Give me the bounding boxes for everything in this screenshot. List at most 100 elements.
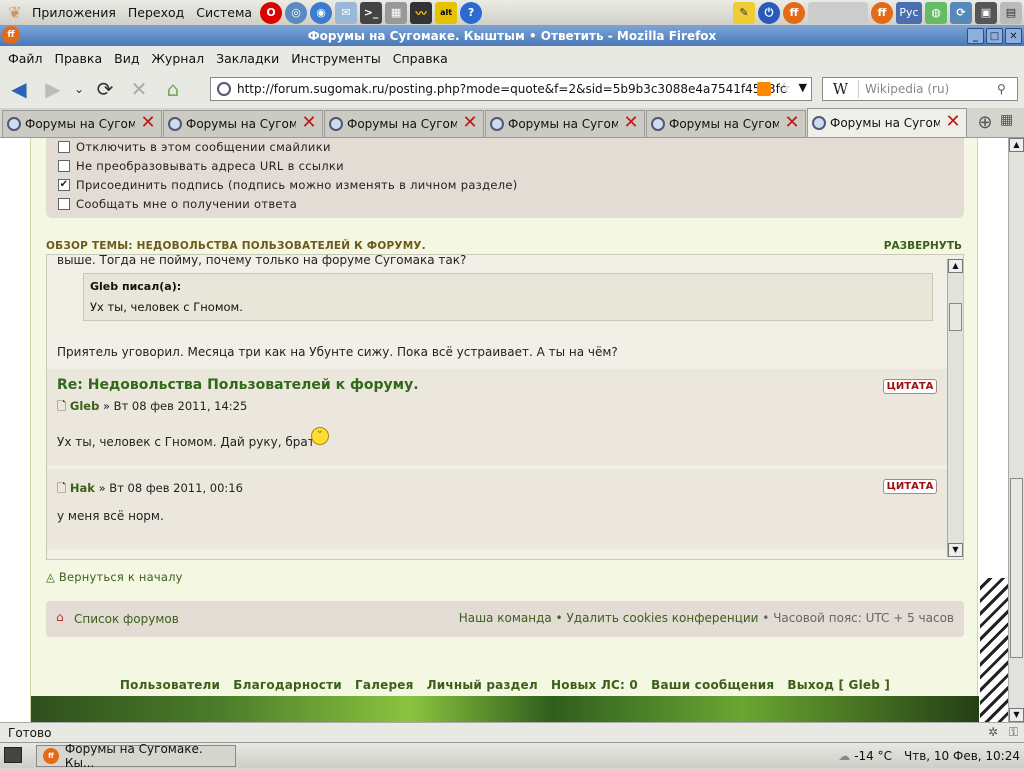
tab-6-active[interactable]: Форумы на Сугом... ✕ bbox=[807, 108, 967, 137]
scroll-thumb[interactable] bbox=[949, 303, 962, 331]
weather-temp[interactable]: -14 °C bbox=[854, 749, 892, 763]
tab-close-icon[interactable]: ✕ bbox=[622, 114, 640, 133]
list-tabs-icon[interactable]: ▦ bbox=[1000, 112, 1016, 134]
tab-close-icon[interactable]: ✕ bbox=[461, 114, 479, 133]
tab-3[interactable]: Форумы на Сугом... ✕ bbox=[324, 110, 484, 137]
forum-list-link[interactable]: Список форумов bbox=[74, 612, 179, 626]
firefox-active-icon[interactable]: ff bbox=[871, 1, 893, 24]
page-scroll-down-icon[interactable]: ▼ bbox=[1009, 708, 1024, 722]
clock[interactable]: Чтв, 10 Фев, 10:24 bbox=[904, 749, 1020, 763]
post-author[interactable]: Hak bbox=[70, 481, 95, 495]
back-to-top[interactable]: ◬ Вернуться к началу bbox=[46, 570, 183, 584]
addon-icon[interactable]: ✲ bbox=[988, 725, 998, 739]
back-to-top-link[interactable]: Вернуться к началу bbox=[59, 570, 183, 584]
menu-edit[interactable]: Правка bbox=[49, 51, 109, 66]
display-icon[interactable]: ▣ bbox=[975, 1, 997, 24]
opera-icon[interactable]: O bbox=[260, 1, 283, 24]
search-bar[interactable]: W Wikipedia (ru) ⚲ bbox=[822, 77, 1018, 101]
page-scroll-thumb[interactable] bbox=[1010, 478, 1023, 658]
terminal-icon[interactable]: >_ bbox=[360, 1, 383, 24]
search-input[interactable]: Wikipedia (ru) bbox=[859, 82, 997, 96]
menu-places[interactable]: Переход bbox=[122, 5, 190, 20]
thanks-link[interactable]: Благодарности bbox=[233, 678, 342, 692]
network-icon[interactable]: ◉ bbox=[310, 1, 333, 24]
new-pm-link[interactable]: Новых ЛС: 0 bbox=[551, 678, 638, 692]
url-dropdown-icon[interactable]: ▼ bbox=[799, 81, 807, 94]
network-tray-icon[interactable]: ◍ bbox=[925, 1, 947, 24]
search-magnifier-icon[interactable]: ⚲ bbox=[997, 82, 1017, 96]
tab-close-icon[interactable]: ✕ bbox=[139, 114, 157, 133]
checkbox[interactable] bbox=[58, 160, 70, 172]
logout-link[interactable]: Выход [ Gleb ] bbox=[787, 678, 890, 692]
menu-tools[interactable]: Инструменты bbox=[285, 51, 386, 66]
keyboard-layout-indicator[interactable]: Рус bbox=[896, 1, 922, 24]
option-notify[interactable]: Сообщать мне о получении ответа bbox=[58, 197, 297, 211]
altlinux-icon[interactable]: alt bbox=[435, 1, 458, 24]
page-scroll-up-icon[interactable]: ▲ bbox=[1009, 138, 1024, 152]
back-arrow-icon[interactable]: ◀ bbox=[4, 74, 34, 104]
stop-icon[interactable]: ✕ bbox=[124, 74, 154, 104]
tab-close-icon[interactable]: ✕ bbox=[300, 114, 318, 133]
wikipedia-engine-icon[interactable]: W bbox=[823, 80, 859, 98]
option-attach-signature[interactable]: ✔ Присоединить подпись (подпись можно изм… bbox=[58, 178, 518, 192]
new-tab-icon[interactable]: ⊕ bbox=[974, 112, 996, 134]
option-disable-urls[interactable]: Не преобразовывать адреса URL в ссылки bbox=[58, 159, 344, 173]
page-scrollbar[interactable]: ▲ ▼ bbox=[1008, 138, 1024, 722]
menu-help[interactable]: Справка bbox=[387, 51, 454, 66]
notes-icon[interactable]: ✎ bbox=[733, 1, 755, 24]
checkbox[interactable] bbox=[58, 198, 70, 210]
show-desktop-icon[interactable] bbox=[4, 747, 22, 763]
close-window-button[interactable]: ✕ bbox=[1005, 28, 1022, 44]
post-author[interactable]: Gleb bbox=[70, 399, 99, 413]
quote-button[interactable]: ЦИТАТА bbox=[883, 379, 937, 394]
site-identity-icon[interactable] bbox=[217, 82, 231, 96]
menu-bookmarks[interactable]: Закладки bbox=[210, 51, 285, 66]
scroll-down-icon[interactable]: ▼ bbox=[948, 543, 963, 557]
minimize-button[interactable]: _ bbox=[967, 28, 984, 44]
menu-view[interactable]: Вид bbox=[108, 51, 145, 66]
forward-arrow-icon[interactable]: ▶ bbox=[38, 74, 68, 104]
tab-close-icon[interactable]: ✕ bbox=[944, 113, 962, 132]
menu-file[interactable]: Файл bbox=[2, 51, 49, 66]
history-dropdown-icon[interactable]: ⌄ bbox=[72, 74, 86, 104]
panel-icon[interactable]: ▤ bbox=[1000, 1, 1022, 24]
home-icon[interactable]: ⌂ bbox=[158, 74, 188, 104]
firefox-icon[interactable]: ff bbox=[783, 1, 805, 24]
bookmark-star-icon[interactable]: ☆ bbox=[778, 79, 791, 97]
menu-applications[interactable]: Приложения bbox=[26, 5, 122, 20]
rss-icon[interactable] bbox=[757, 82, 771, 96]
url-bar[interactable]: http://forum.sugomak.ru/posting.php?mode… bbox=[210, 77, 812, 101]
team-link[interactable]: Наша команда bbox=[459, 611, 552, 625]
profile-link[interactable]: Личный раздел bbox=[427, 678, 538, 692]
tab-4[interactable]: Форумы на Сугом... ✕ bbox=[485, 110, 645, 137]
checkbox-checked[interactable]: ✔ bbox=[58, 179, 70, 191]
quote-button[interactable]: ЦИТАТА bbox=[883, 479, 937, 494]
calculator-icon[interactable]: ▦ bbox=[385, 1, 408, 24]
option-disable-smilies[interactable]: Отключить в этом сообщении смайлики bbox=[58, 140, 331, 154]
tab-5[interactable]: Форумы на Сугом... ✕ bbox=[646, 110, 806, 137]
tab-close-icon[interactable]: ✕ bbox=[783, 114, 801, 133]
review-scrollbar[interactable]: ▲ ▼ bbox=[947, 259, 963, 557]
checkbox[interactable] bbox=[58, 141, 70, 153]
post-title[interactable]: Re: Недовольства Пользователей к форуму. bbox=[57, 377, 419, 393]
lock-icon[interactable]: ⚿ bbox=[1009, 725, 1018, 740]
menu-system[interactable]: Система bbox=[190, 5, 258, 20]
system-monitor-icon[interactable]: 〰 bbox=[410, 1, 433, 24]
maximize-button[interactable]: □ bbox=[986, 28, 1003, 44]
gnome-foot-icon[interactable]: ❦ bbox=[4, 2, 26, 24]
reload-icon[interactable]: ⟳ bbox=[90, 74, 120, 104]
delete-cookies-link[interactable]: Удалить cookies конференции bbox=[566, 611, 758, 625]
taskbar-firefox-button[interactable]: ff Форумы на Сугомаке. Кы... bbox=[36, 742, 236, 770]
menu-history[interactable]: Журнал bbox=[145, 51, 210, 66]
users-link[interactable]: Пользователи bbox=[120, 678, 220, 692]
expand-link[interactable]: РАЗВЕРНУТЬ bbox=[884, 240, 962, 252]
url-text[interactable]: http://forum.sugomak.ru/posting.php?mode… bbox=[237, 82, 786, 96]
update-icon[interactable]: ⟳ bbox=[950, 1, 972, 24]
scroll-up-icon[interactable]: ▲ bbox=[948, 259, 963, 273]
power-icon[interactable]: ⏻ bbox=[758, 1, 780, 24]
gallery-link[interactable]: Галерея bbox=[355, 678, 414, 692]
tab-1[interactable]: Форумы на Сугом... ✕ bbox=[2, 110, 162, 137]
browser-icon[interactable]: ◎ bbox=[285, 1, 308, 24]
help-icon[interactable]: ? bbox=[460, 1, 483, 24]
weather-icon[interactable]: ☁ bbox=[838, 749, 850, 763]
